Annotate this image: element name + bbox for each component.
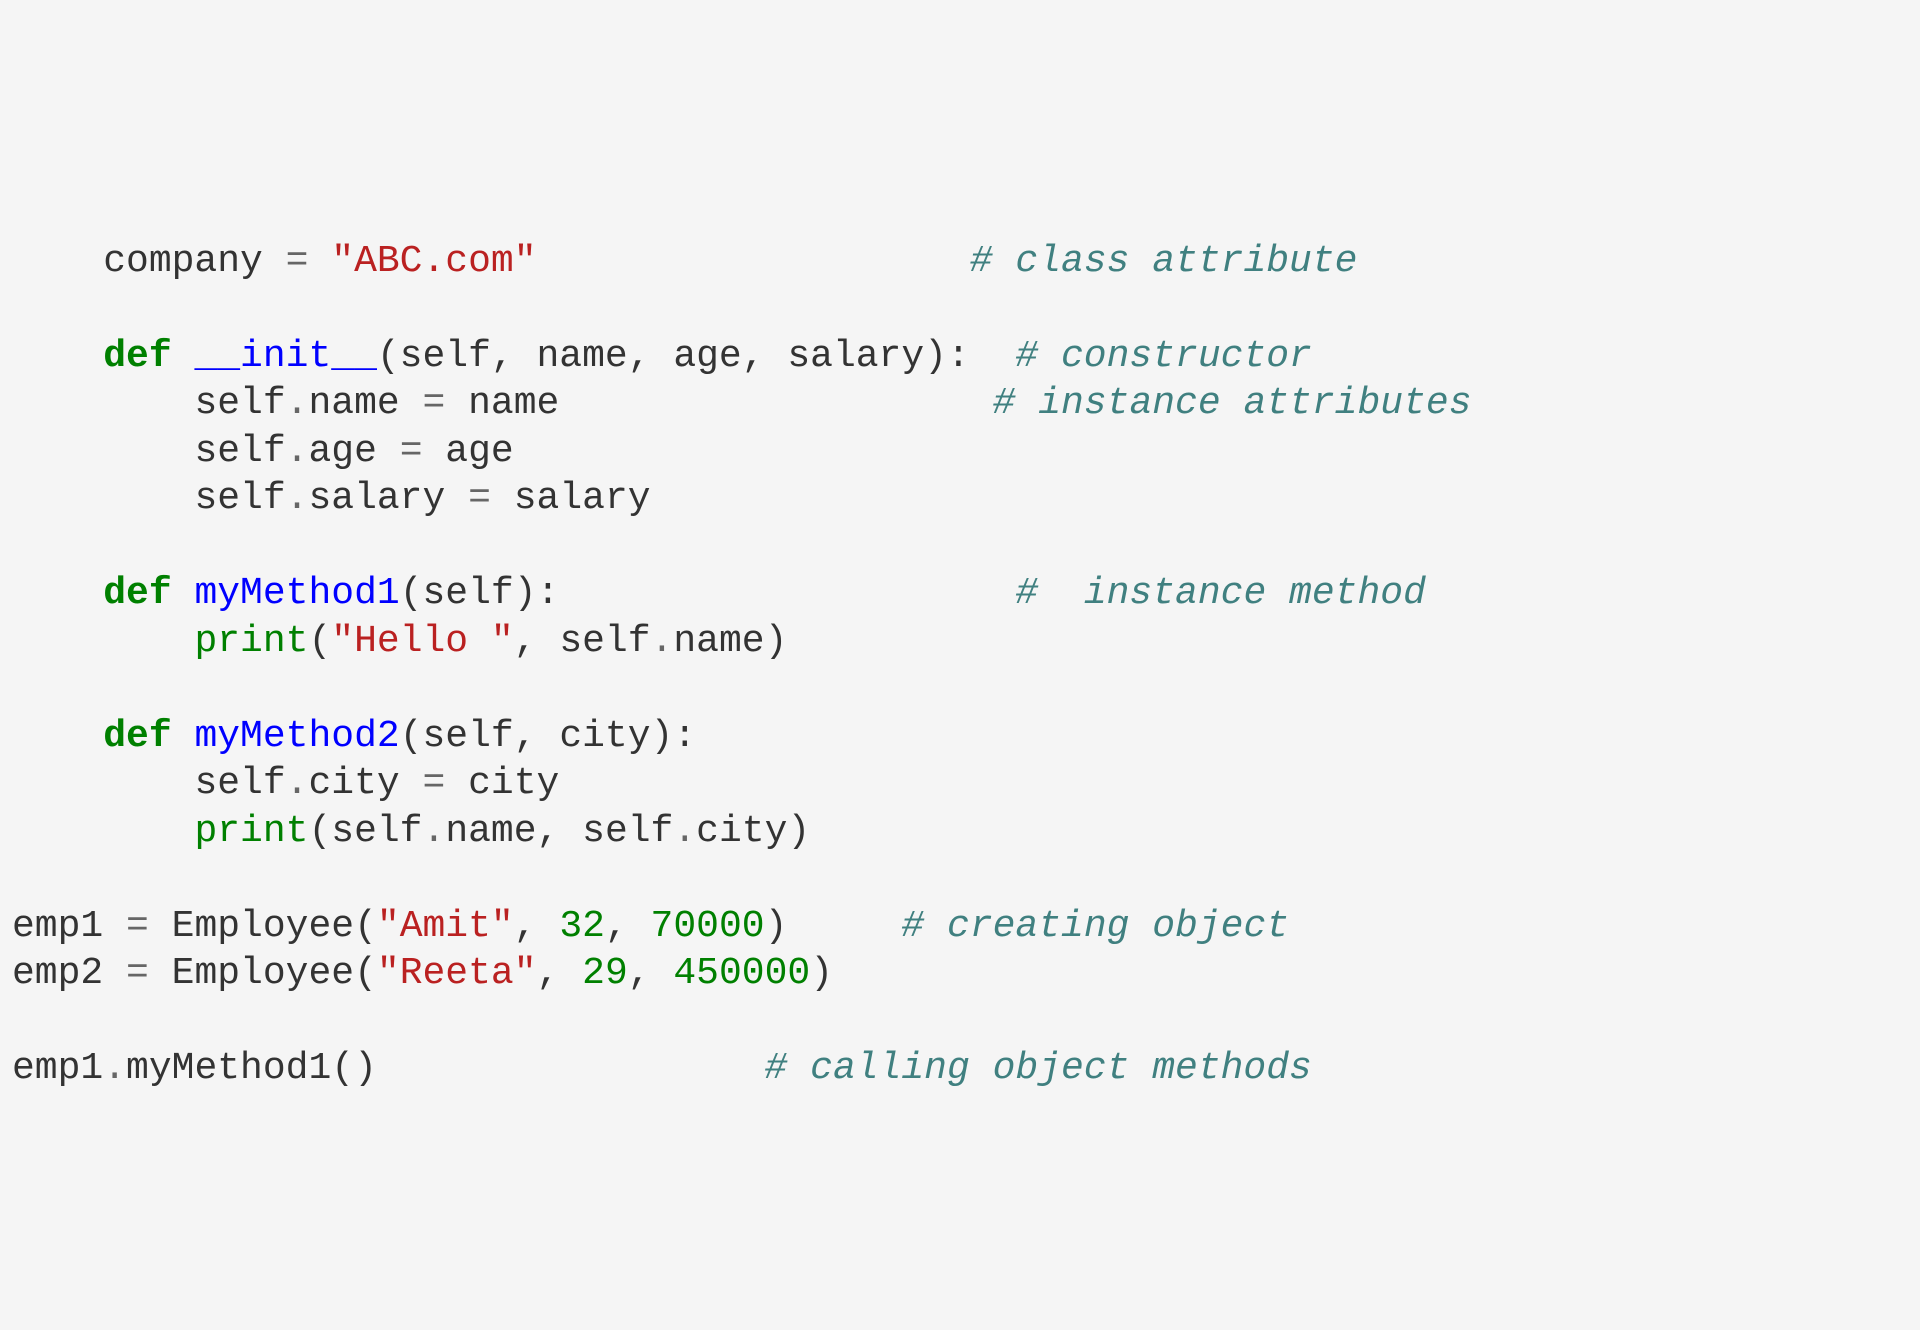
code-block: company = "ABC.com" # class attribute de…	[0, 190, 1920, 1093]
code-line: print(self.name, self.city)	[12, 810, 810, 853]
code-line: emp1.myMethod1() # calling object method…	[12, 1047, 1312, 1090]
code-line: def __init__(self, name, age, salary): #…	[12, 335, 1312, 378]
code-line: emp2 = Employee("Reeta", 29, 450000)	[12, 952, 833, 995]
code-line: self.salary = salary	[12, 477, 651, 520]
code-line: def myMethod2(self, city):	[12, 715, 696, 758]
code-line: self.city = city	[12, 762, 559, 805]
code-line: self.name = name # instance attributes	[12, 382, 1472, 425]
code-line: self.age = age	[12, 430, 514, 473]
code-line: print("Hello ", self.name)	[12, 620, 787, 663]
code-line: emp1 = Employee("Amit", 32, 70000) # cre…	[12, 905, 1289, 948]
code-line: def myMethod1(self): # instance method	[12, 572, 1426, 615]
code-line: company = "ABC.com" # class attribute	[12, 240, 1357, 283]
